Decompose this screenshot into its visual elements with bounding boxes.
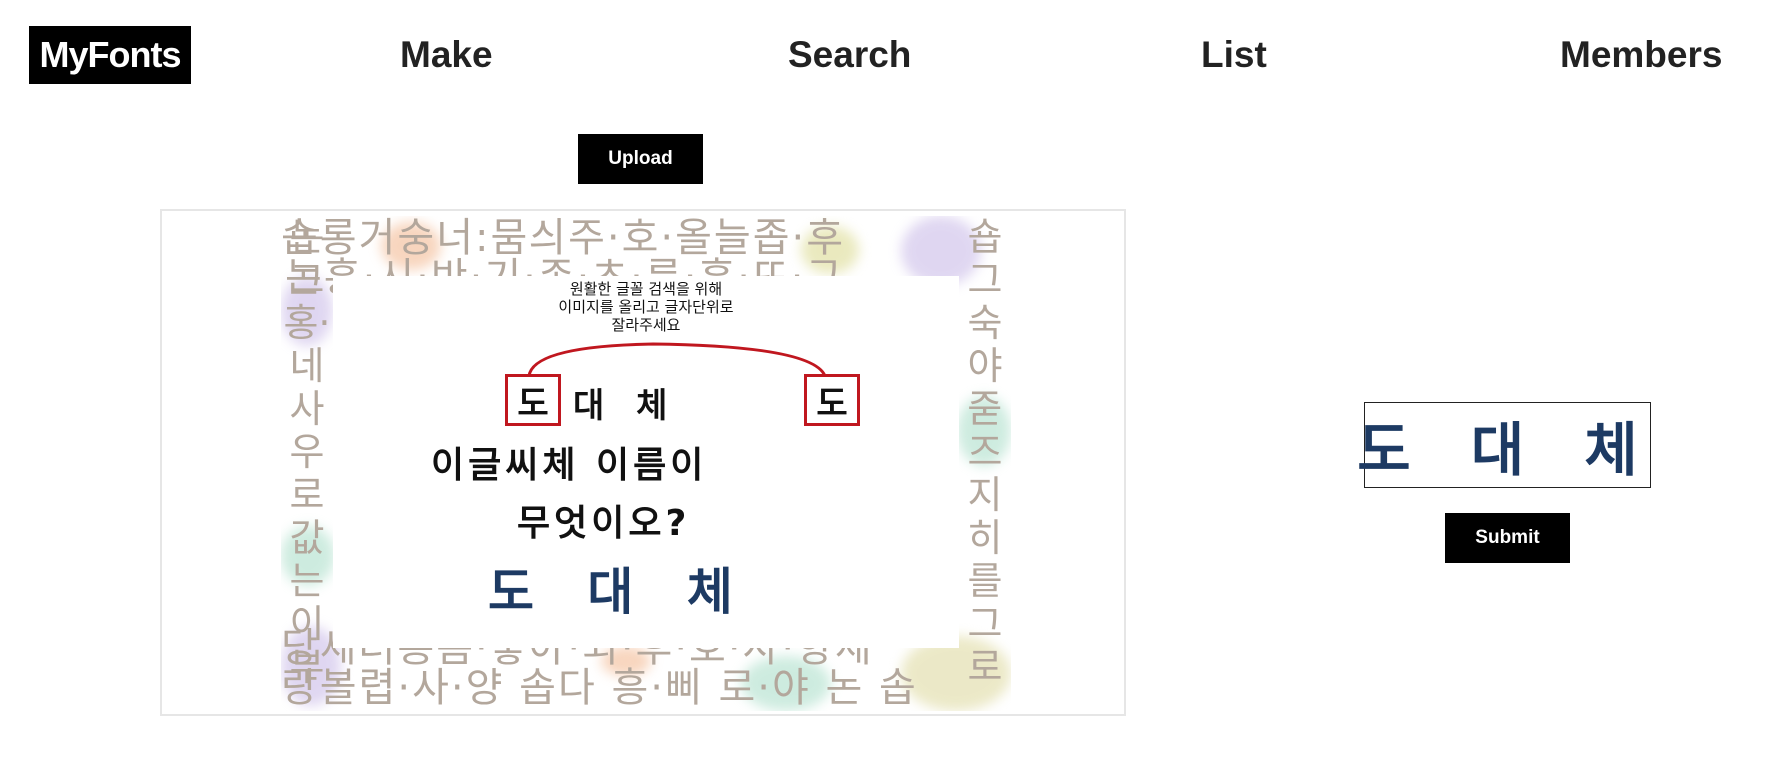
cropped-char-box: 도 bbox=[804, 374, 860, 426]
nav-list[interactable]: List bbox=[1201, 30, 1267, 80]
uploaded-image-panel[interactable]: 숍롱거숭너:뭄싀주·호·올늘좁·후 논흥·시·반·기·존·초·름·흥·뜨·구 당… bbox=[160, 209, 1126, 716]
crop-preview: 도 대 체 bbox=[1357, 402, 1651, 488]
bg-glyph-row: 숍롱거숭너:뭄싀주·호·올늘좁·후 bbox=[281, 216, 846, 261]
nav-search[interactable]: Search bbox=[788, 30, 911, 80]
bg-glyph-col: 숍그숙야줃즈지히를그로 bbox=[967, 216, 1003, 689]
font-name-sample: 도 대 체 bbox=[488, 563, 751, 621]
crop-preview-text: 도 대 체 bbox=[1357, 416, 1658, 484]
bg-glyph-row: 랑볼렵·사·양 솝다 흥·삐 로·야 논 솝 bbox=[281, 665, 918, 711]
nav-members[interactable]: Members bbox=[1560, 30, 1722, 80]
bg-glyph-col: 논그홍·네사우로값는이부 bbox=[283, 216, 331, 689]
nav-make[interactable]: Make bbox=[400, 30, 493, 80]
highlight-char-box: 도 bbox=[505, 374, 561, 426]
upload-button[interactable]: Upload bbox=[578, 134, 703, 184]
submit-button[interactable]: Submit bbox=[1445, 513, 1570, 563]
uploaded-image: 숍롱거숭너:뭄싀주·호·올늘좁·후 논흥·시·반·기·존·초·름·흥·뜨·구 당… bbox=[281, 216, 1011, 711]
sample-line-1: 대 체 bbox=[573, 386, 678, 426]
logo[interactable]: MyFonts bbox=[29, 26, 191, 84]
sample-line-2: 이글씨체 이름이 bbox=[431, 445, 708, 486]
sample-line-3: 무엇이오? bbox=[517, 503, 691, 544]
instruction-card: 원활한 글꼴 검색을 위해 이미지를 올리고 글자단위로 잘라주세요 도 도 대… bbox=[333, 276, 959, 648]
